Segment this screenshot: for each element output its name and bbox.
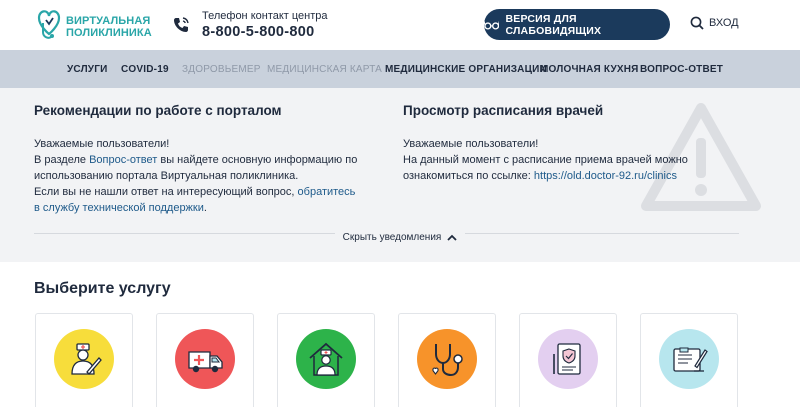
- nav-item-covid[interactable]: COVID-19: [121, 64, 169, 75]
- main-nav: УСЛУГИ COVID-19 ЗДОРОВЬЕМЕР МЕДИЦИНСКАЯ …: [0, 50, 800, 88]
- logo-icon[interactable]: [34, 6, 64, 44]
- search-icon: [690, 16, 704, 30]
- doctor-schedule-title: Просмотр расписания врачей: [403, 103, 604, 118]
- portal-recommendations: Рекомендации по работе с порталом Уважае…: [34, 103, 364, 216]
- notifications-panel: Рекомендации по работе с порталом Уважае…: [0, 88, 800, 262]
- logo-line-1: ВИРТУАЛЬНАЯ: [66, 15, 151, 27]
- service-card-6[interactable]: [640, 313, 738, 407]
- service-card-3[interactable]: [277, 313, 375, 407]
- glasses-icon: [484, 20, 500, 30]
- nav-item-health-meter[interactable]: ЗДОРОВЬЕМЕР: [182, 64, 261, 75]
- portal-recommendations-greeting: Уважаемые пользователи!: [34, 138, 170, 150]
- low-vision-version-button[interactable]: ВЕРСИЯ ДЛЯ СЛАБОВИДЯЩИХ: [484, 9, 670, 40]
- nav-item-medical-card[interactable]: МЕДИЦИНСКАЯ КАРТА: [267, 64, 382, 75]
- faq-link[interactable]: Вопрос-ответ: [89, 154, 157, 166]
- nav-item-services[interactable]: УСЛУГИ: [67, 64, 108, 75]
- service-card-4[interactable]: [398, 313, 496, 407]
- service-card-1[interactable]: [35, 313, 133, 407]
- portal-recommendations-text-2: Если вы не нашли ответ на интересующий в…: [34, 186, 356, 214]
- portal-recommendations-title: Рекомендации по работе с порталом: [34, 103, 282, 118]
- portal-recommendations-text-1: В разделе Вопрос-ответ вы найдете основн…: [34, 154, 358, 182]
- doctor-schedule-text: На данный момент с расписание приема вра…: [403, 154, 688, 182]
- nav-item-medical-organizations[interactable]: МЕДИЦИНСКИЕ ОРГАНИЗАЦИИ: [385, 64, 547, 75]
- notebook-pen-icon: [673, 347, 708, 372]
- services-title: Выберите услугу: [34, 280, 171, 297]
- nav-item-milk-kitchen[interactable]: МОЛОЧНАЯ КУХНЯ: [540, 64, 639, 75]
- phone-icon: [174, 17, 189, 32]
- doctor-pen-icon: [71, 343, 102, 375]
- service-card-2[interactable]: [156, 313, 254, 407]
- doctor-schedule: Просмотр расписания врачей Уважаемые пол…: [403, 103, 703, 184]
- chevron-up-icon: [447, 234, 457, 241]
- logo-text[interactable]: ВИРТУАЛЬНАЯ ПОЛИКЛИНИКА: [66, 15, 152, 39]
- low-vision-version-label: ВЕРСИЯ ДЛЯ СЛАБОВИДЯЩИХ: [505, 12, 602, 37]
- logo-line-2: ПОЛИКЛИНИКА: [66, 27, 152, 39]
- service-card-5[interactable]: [519, 313, 617, 407]
- nav-item-faq[interactable]: ВОПРОС-ОТВЕТ: [640, 64, 723, 75]
- login-button[interactable]: ВХОД: [690, 16, 739, 30]
- home-doctor-icon: [309, 342, 343, 376]
- hide-notifications-label: Скрыть уведомления: [342, 232, 442, 243]
- phone-caption: Телефон контакт центра: [202, 10, 328, 22]
- header: ВИРТУАЛЬНАЯ ПОЛИКЛИНИКА Телефон контакт …: [0, 0, 800, 50]
- stethoscope-icon: [432, 344, 463, 377]
- phone-number[interactable]: 8-800-5-800-800: [202, 24, 315, 40]
- hide-notifications-button[interactable]: Скрыть уведомления: [334, 232, 466, 243]
- ambulance-icon: [188, 351, 223, 373]
- doctor-schedule-greeting: Уважаемые пользователи!: [403, 138, 539, 150]
- schedule-link[interactable]: https://old.doctor-92.ru/clinics: [534, 170, 677, 182]
- login-label: ВХОД: [709, 17, 739, 29]
- insurance-document-icon: [553, 343, 581, 375]
